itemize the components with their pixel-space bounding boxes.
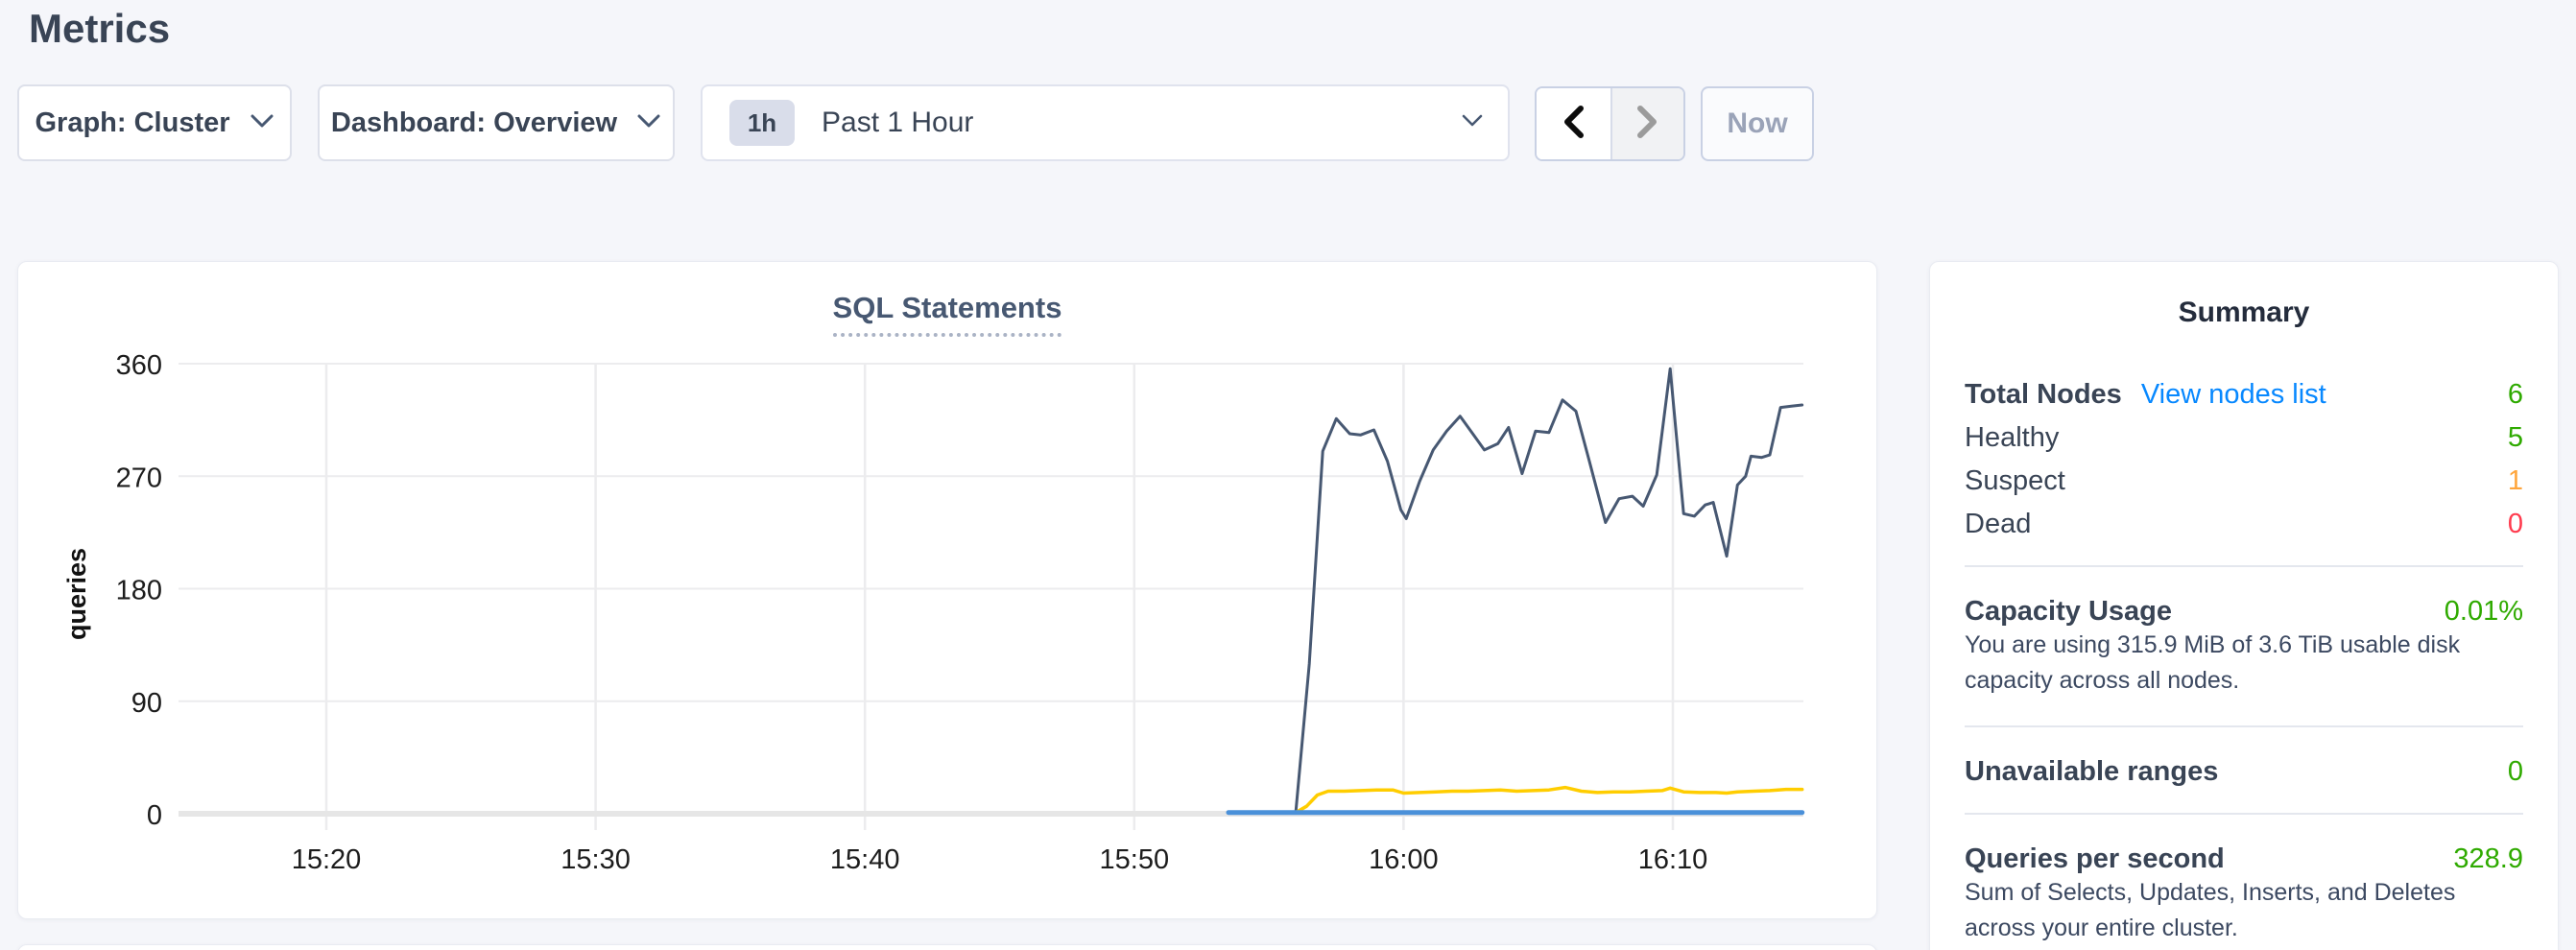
chevron-down-icon	[1462, 114, 1483, 132]
time-range-label: Past 1 Hour	[822, 107, 1462, 139]
svg-text:0: 0	[147, 800, 162, 831]
svg-text:15:30: 15:30	[561, 844, 631, 875]
unavailable-ranges-row: Unavailable ranges 0	[1965, 758, 2523, 786]
divider	[1965, 565, 2523, 567]
chevron-right-icon	[1636, 106, 1659, 143]
total-nodes-label: Total Nodes	[1965, 381, 2122, 409]
capacity-usage-description: You are using 315.9 MiB of 3.6 TiB usabl…	[1965, 628, 2523, 699]
chevron-left-icon	[1562, 106, 1585, 143]
prev-time-button[interactable]	[1537, 88, 1610, 159]
sql-statements-chart-card: 0 90 180 270 360 15:20 15:30 15:40 15:50 16:00 16:…	[17, 261, 1877, 919]
now-button[interactable]: Now	[1701, 86, 1814, 161]
queries-per-second-label: Queries per second	[1965, 845, 2225, 873]
next-time-button[interactable]	[1610, 88, 1684, 159]
svg-text:180: 180	[116, 576, 162, 606]
graph-dropdown[interactable]: Graph: Cluster	[17, 84, 292, 161]
capacity-usage-label: Capacity Usage	[1965, 598, 2172, 626]
graph-dropdown-label: Graph: Cluster	[35, 107, 229, 139]
unavailable-ranges-label: Unavailable ranges	[1965, 758, 2218, 786]
healthy-value: 5	[2508, 424, 2523, 452]
svg-text:90: 90	[131, 688, 162, 719]
dead-label: Dead	[1965, 511, 2031, 538]
total-nodes-value: 6	[2508, 381, 2523, 409]
chevron-down-icon	[250, 113, 274, 133]
time-pager	[1535, 86, 1685, 161]
capacity-usage-value: 0.01%	[2445, 598, 2523, 626]
unavailable-ranges-value: 0	[2508, 758, 2523, 786]
capacity-usage-row: Capacity Usage 0.01%	[1965, 598, 2523, 626]
svg-text:15:20: 15:20	[292, 844, 362, 875]
dead-value: 0	[2508, 511, 2523, 538]
time-range-badge: 1h	[729, 100, 795, 146]
summary-panel: Summary Total Nodes View nodes list 6 He…	[1929, 261, 2559, 950]
queries-per-second-value: 328.9	[2453, 845, 2523, 873]
chart-title[interactable]: SQL Statements	[833, 291, 1062, 337]
queries-per-second-row: Queries per second 328.9	[1965, 845, 2523, 873]
healthy-label: Healthy	[1965, 424, 2059, 452]
summary-title: Summary	[1965, 297, 2523, 329]
time-range-selector[interactable]: 1h Past 1 Hour	[701, 84, 1510, 161]
dashboard-dropdown[interactable]: Dashboard: Overview	[318, 84, 675, 161]
chevron-down-icon	[636, 113, 661, 133]
total-nodes-row: Total Nodes View nodes list 6	[1965, 381, 2523, 409]
view-nodes-list-link[interactable]: View nodes list	[2141, 381, 2326, 409]
dashboard-dropdown-label: Dashboard: Overview	[331, 107, 617, 139]
svg-text:15:50: 15:50	[1100, 844, 1170, 875]
next-chart-card	[17, 944, 1877, 950]
suspect-label: Suspect	[1965, 467, 2065, 495]
page-title: Metrics	[29, 6, 170, 52]
svg-text:360: 360	[116, 350, 162, 381]
svg-text:16:10: 16:10	[1638, 844, 1708, 875]
suspect-value: 1	[2508, 467, 2523, 495]
suspect-nodes-row: Suspect 1	[1965, 467, 2523, 495]
svg-text:16:00: 16:00	[1369, 844, 1439, 875]
healthy-nodes-row: Healthy 5	[1965, 424, 2523, 452]
divider	[1965, 813, 2523, 815]
queries-per-second-description: Sum of Selects, Updates, Inserts, and De…	[1965, 875, 2523, 946]
sql-statements-chart: 0 90 180 270 360 15:20 15:30 15:40 15:50 16:00 16:…	[18, 262, 1878, 895]
svg-text:15:40: 15:40	[830, 844, 900, 875]
divider	[1965, 725, 2523, 727]
svg-text:queries: queries	[62, 548, 91, 640]
svg-text:270: 270	[116, 463, 162, 493]
dead-nodes-row: Dead 0	[1965, 511, 2523, 538]
